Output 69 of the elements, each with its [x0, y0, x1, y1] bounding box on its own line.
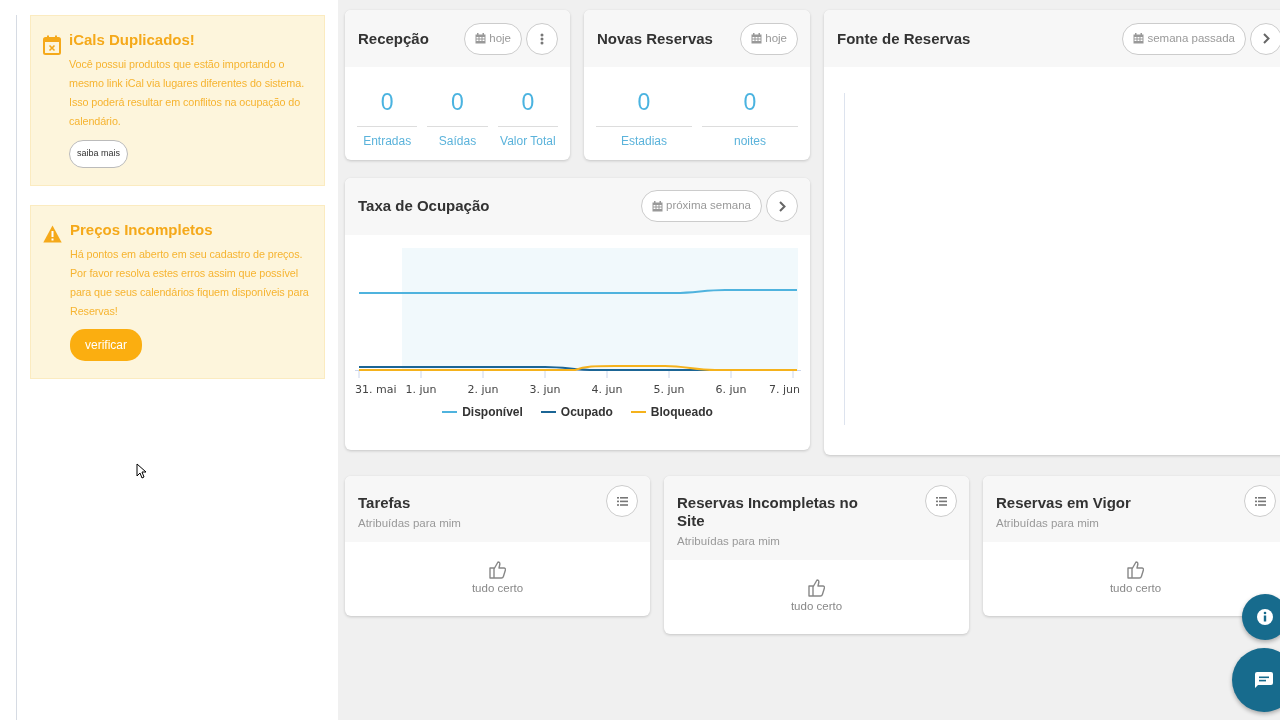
card-subtitle: Atribuídas para mim: [677, 534, 781, 549]
card-title: Reservas em Vigor: [996, 494, 1132, 512]
calendar-icon: [1133, 33, 1145, 44]
card-title: Tarefas: [358, 494, 412, 512]
card-title: Taxa de Ocupação: [358, 197, 491, 215]
empty-state-text: tudo certo: [789, 599, 844, 615]
empty-state-text: tudo certo: [1108, 581, 1163, 597]
card-subtitle: Atribuídas para mim: [358, 516, 462, 531]
alert-title: iCals Duplicados!: [69, 31, 196, 49]
axis-label: 2. jun: [467, 382, 499, 396]
list-view-button[interactable]: [606, 485, 638, 517]
list-view-button[interactable]: [925, 485, 957, 517]
card-title: Reservas Incompletas no Site: [677, 494, 859, 530]
card-title: Fonte de Reservas: [837, 29, 972, 48]
list-icon: [616, 496, 628, 506]
chevron-right-icon: [778, 200, 786, 212]
period-button[interactable]: semana passada: [1122, 22, 1246, 55]
next-button[interactable]: [1250, 22, 1280, 55]
period-button[interactable]: hoje: [740, 22, 798, 55]
info-icon: [1256, 608, 1274, 626]
stat-value: 0: [379, 88, 395, 117]
stat-label: Entradas: [362, 132, 413, 150]
thumbs-up-icon: [489, 559, 506, 579]
legend-label[interactable]: Disponível: [462, 402, 523, 421]
chat-button[interactable]: [1232, 648, 1280, 712]
chevron-right-icon: [1262, 33, 1270, 44]
stat-value: 0: [636, 88, 652, 117]
learn-more-button[interactable]: saiba mais: [69, 140, 129, 168]
mouse-cursor-icon: [136, 463, 146, 479]
warning-icon: [43, 225, 62, 244]
empty-state-text: tudo certo: [470, 581, 525, 597]
alert-title: Preços Incompletos: [70, 220, 214, 239]
stat-label: Valor Total: [499, 132, 557, 150]
axis-label: 5. jun: [653, 382, 685, 396]
chat-icon: [1254, 671, 1274, 689]
card-subtitle: Atribuídas para mim: [996, 516, 1100, 531]
card-title: Recepção: [358, 29, 430, 48]
stat-value: 0: [520, 88, 536, 117]
thumbs-up-icon: [1127, 559, 1144, 579]
stat-label: noites: [733, 132, 767, 150]
list-icon: [935, 496, 947, 506]
period-button[interactable]: hoje: [464, 22, 522, 55]
axis-label: 7. jun: [769, 382, 800, 396]
alert-message: Há pontos em aberto em seu cadastro de preços. Por favor resolva estes erros assim que possível para que seus calendários fiquem disponíveis para Reservas!: [70, 246, 310, 319]
legend-label[interactable]: Ocupado: [560, 402, 613, 421]
period-button[interactable]: próxima semana: [641, 190, 762, 222]
axis-label: 1. jun: [405, 382, 437, 396]
calendar-icon: [751, 33, 763, 44]
list-view-button[interactable]: [1244, 485, 1276, 517]
verify-button[interactable]: verificar: [70, 328, 142, 361]
axis-label: 4. jun: [591, 382, 623, 396]
stat-label: Saídas: [437, 132, 478, 150]
card-title: Novas Reservas: [597, 29, 714, 48]
calendar-icon: [652, 200, 663, 212]
thumbs-up-icon: [808, 577, 825, 597]
stat-value: 0: [450, 88, 465, 117]
axis-label: 6. jun: [715, 382, 747, 396]
alert-message: Você possui produtos que estão importando o mesmo link iCal via lugares diferentes do sistema. Isso poderá resultar em conflitos na ocupação do calendário.: [69, 57, 306, 129]
list-icon: [1254, 496, 1266, 506]
calendar-icon: [43, 34, 61, 55]
legend-label[interactable]: Bloqueado: [650, 402, 713, 421]
next-button[interactable]: [766, 190, 798, 222]
calendar-icon: [475, 33, 487, 44]
axis-label: 31. mai: [355, 382, 397, 396]
more-options-icon: [540, 32, 544, 45]
axis-label: 3. jun: [529, 382, 561, 396]
stat-value: 0: [742, 88, 758, 117]
info-button[interactable]: [1242, 594, 1280, 640]
stat-label: Estadias: [620, 132, 668, 150]
